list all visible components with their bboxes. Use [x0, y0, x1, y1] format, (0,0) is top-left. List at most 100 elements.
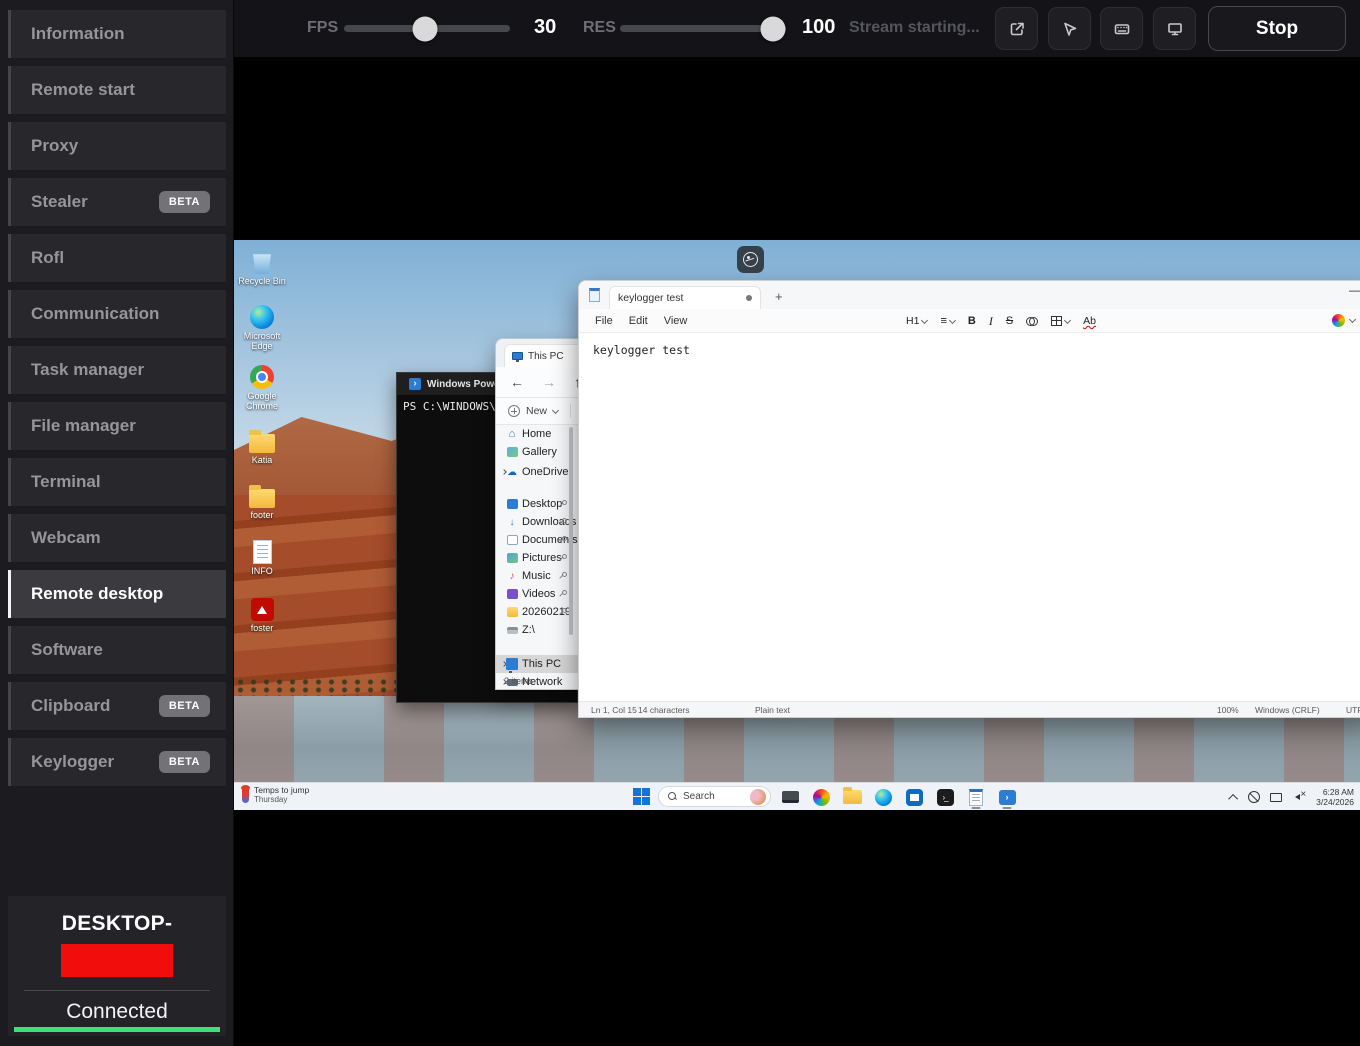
- taskbar-task-view[interactable]: [779, 785, 801, 809]
- menu-view[interactable]: View: [664, 315, 688, 327]
- sidebar-item-webcam[interactable]: Webcam: [8, 514, 226, 562]
- forward-button[interactable]: →: [542, 374, 556, 390]
- stream-overlay-picture-icon[interactable]: [737, 246, 764, 273]
- weather-widget[interactable]: Temps to jump Thursday: [242, 785, 309, 804]
- taskbar-file-explorer[interactable]: [841, 785, 863, 809]
- taskbar-search[interactable]: Search: [658, 786, 771, 807]
- zoom-level[interactable]: 100%: [1217, 705, 1239, 715]
- stop-stream-button[interactable]: Stop: [1208, 6, 1346, 51]
- minimize-button[interactable]: —: [1349, 283, 1360, 297]
- sidebar-item-keylogger[interactable]: KeyloggerBETA: [8, 738, 226, 786]
- system-tray: 6:28 AM 3/24/2026: [1231, 783, 1354, 810]
- desktop-icon-recycle-bin[interactable]: Recycle Bin: [236, 248, 288, 286]
- desktop-icon-folder-2[interactable]: footer: [236, 482, 288, 520]
- sidebar-item-communication[interactable]: Communication: [8, 290, 226, 338]
- sidebar-item-stealer[interactable]: StealerBETA: [8, 178, 226, 226]
- new-tab-button[interactable]: +: [775, 289, 783, 304]
- table-icon: [1051, 316, 1062, 326]
- sidebar-item-rofl[interactable]: Rofl: [8, 234, 226, 282]
- notepad-editor[interactable]: keylogger test: [579, 333, 1360, 701]
- chevron-down-icon: [1349, 316, 1356, 323]
- sidebar-item-information[interactable]: Information: [8, 10, 226, 58]
- sidebar-item-file-manager[interactable]: File manager: [8, 402, 226, 450]
- new-button[interactable]: New: [526, 405, 547, 417]
- desktop-icon-folder-1[interactable]: Katia: [236, 427, 288, 465]
- desktop-icon-text-doc[interactable]: INFO: [236, 538, 288, 576]
- taskbar-terminal[interactable]: [934, 785, 956, 809]
- fps-slider[interactable]: [344, 25, 510, 32]
- store-icon: [906, 789, 923, 806]
- desktop-icon-edge[interactable]: Microsoft Edge: [236, 303, 288, 351]
- spellcheck-button[interactable]: Ab: [1083, 315, 1096, 327]
- tray-expand-icon[interactable]: [1228, 793, 1238, 803]
- cursor-position: Ln 1, Col 15: [591, 705, 637, 715]
- sidebar-item-software[interactable]: Software: [8, 626, 226, 674]
- taskbar-notepad[interactable]: [965, 785, 987, 809]
- notepad-titlebar[interactable]: keylogger test + —: [579, 281, 1360, 309]
- taskbar-edge[interactable]: [872, 785, 894, 809]
- remote-desktop-stream[interactable]: Recycle Bin Microsoft Edge Google Chrome…: [234, 240, 1360, 810]
- encoding[interactable]: UTF-8: [1346, 705, 1360, 715]
- bold-button[interactable]: B: [968, 315, 976, 327]
- sidebar-item-label: Stealer: [31, 192, 88, 212]
- muted-speaker-icon[interactable]: [1292, 791, 1306, 803]
- strikethrough-button[interactable]: S: [1006, 315, 1013, 327]
- copilot-dropdown[interactable]: [1332, 314, 1355, 327]
- menu-file[interactable]: File: [595, 315, 613, 327]
- sidebar-item-task-manager[interactable]: Task manager: [8, 346, 226, 394]
- search-highlight-image: [750, 789, 766, 805]
- fps-label: FPS: [307, 19, 338, 37]
- folder-icon: [249, 489, 275, 508]
- remote-keyboard-button[interactable]: [1100, 7, 1143, 50]
- taskbar-powershell[interactable]: [996, 785, 1018, 809]
- taskbar-copilot[interactable]: [810, 785, 832, 809]
- sidebar-item-label: Software: [31, 640, 103, 660]
- list-dropdown[interactable]: ≡: [940, 315, 954, 327]
- nav-item-label: Gallery: [522, 446, 557, 458]
- italic-button[interactable]: I: [989, 314, 993, 329]
- sidebar-item-remote-desktop[interactable]: Remote desktop: [8, 570, 226, 618]
- this-pc-icon: [512, 352, 523, 360]
- notepad-window[interactable]: keylogger test + — File Edit View H1 ≡ B…: [578, 280, 1360, 718]
- network-display-icon[interactable]: [1270, 793, 1282, 802]
- do-not-disturb-icon[interactable]: [1248, 791, 1260, 803]
- tray-date: 3/24/2026: [1316, 797, 1354, 807]
- open-in-new-window-button[interactable]: [995, 7, 1038, 50]
- link-icon[interactable]: [1026, 317, 1038, 325]
- external-link-icon: [1007, 19, 1027, 39]
- res-slider-knob[interactable]: [760, 16, 785, 41]
- documents-icon: [506, 534, 518, 546]
- explorer-scrollbar[interactable]: [569, 427, 573, 635]
- pdf-icon: [251, 598, 274, 621]
- sidebar-item-proxy[interactable]: Proxy: [8, 122, 226, 170]
- tray-time: 6:28 AM: [1316, 787, 1354, 797]
- nav-item-label: Music: [522, 570, 551, 582]
- chrome-icon: [250, 365, 274, 389]
- heading-dropdown[interactable]: H1: [906, 315, 927, 327]
- onedrive-cloud-icon: ☁: [506, 466, 518, 478]
- clock-widget[interactable]: 6:28 AM 3/24/2026: [1316, 787, 1354, 807]
- desktop-icon: [506, 498, 518, 510]
- host-status-card: DESKTOP- Connected: [8, 896, 226, 1036]
- chevron-down-icon[interactable]: [552, 406, 559, 413]
- table-dropdown[interactable]: [1051, 316, 1070, 326]
- desktop-icon-pdf[interactable]: foster: [236, 595, 288, 633]
- copilot-icon: [1332, 314, 1345, 327]
- desktop-icon-chrome[interactable]: Google Chrome: [236, 363, 288, 411]
- pin-icon: [558, 572, 566, 580]
- line-ending[interactable]: Windows (CRLF): [1255, 705, 1320, 715]
- back-button[interactable]: ←: [510, 374, 524, 390]
- fps-slider-knob[interactable]: [413, 16, 438, 41]
- notepad-tab[interactable]: keylogger test: [609, 286, 761, 309]
- menu-edit[interactable]: Edit: [629, 315, 648, 327]
- sidebar-item-terminal[interactable]: Terminal: [8, 458, 226, 506]
- remote-cursor-button[interactable]: [1048, 7, 1091, 50]
- taskbar-store[interactable]: [903, 785, 925, 809]
- monitor-icon: [1165, 19, 1185, 39]
- start-button[interactable]: [633, 788, 650, 805]
- sidebar-item-remote-start[interactable]: Remote start: [8, 66, 226, 114]
- windows-logo-icon: [633, 797, 641, 805]
- res-slider[interactable]: [620, 25, 786, 32]
- sidebar-item-clipboard[interactable]: ClipboardBETA: [8, 682, 226, 730]
- display-select-button[interactable]: [1153, 7, 1196, 50]
